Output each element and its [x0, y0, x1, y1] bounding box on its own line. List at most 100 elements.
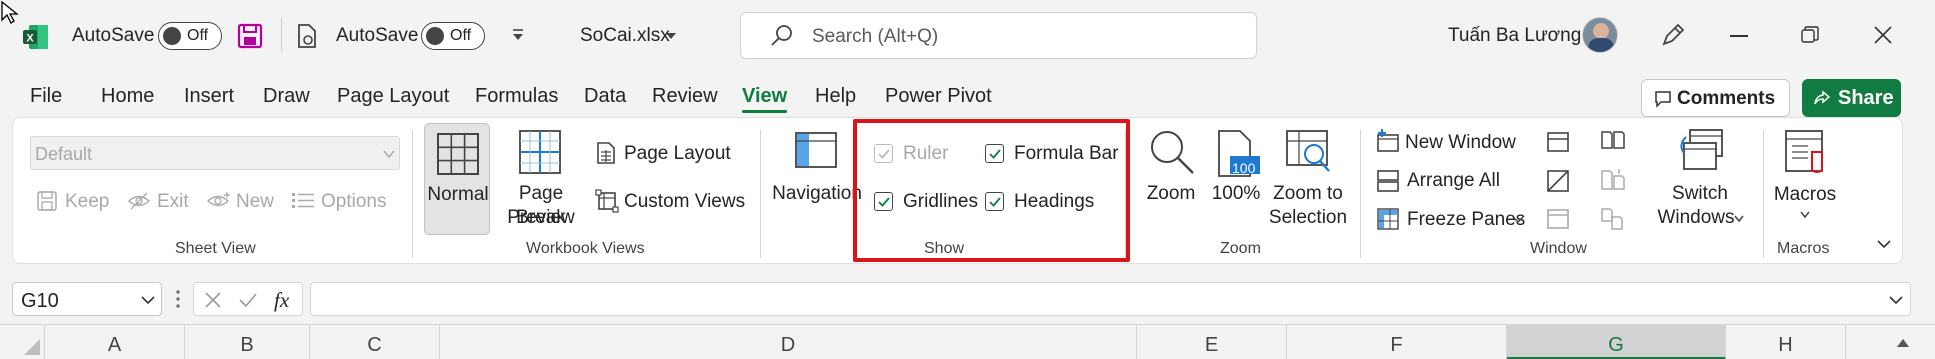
search-box[interactable]: Search (Alt+Q): [740, 12, 1257, 59]
tab-data[interactable]: Data: [584, 85, 626, 108]
freeze-panes-label: Freeze Panes: [1407, 209, 1526, 230]
reset-window-position-button[interactable]: [1600, 207, 1626, 236]
customize-qat-icon[interactable]: [510, 27, 526, 48]
scroll-up-arrow-icon[interactable]: [1895, 337, 1911, 349]
synchronous-scrolling-button[interactable]: [1600, 168, 1626, 197]
tab-power-pivot[interactable]: Power Pivot: [885, 85, 992, 108]
switch-windows-button[interactable]: Switch Windows: [1650, 123, 1750, 235]
group-label-workbook-views: Workbook Views: [526, 240, 645, 257]
group-label-macros: Macros: [1777, 240, 1830, 257]
page-layout-view-label: Page Layout: [624, 143, 731, 164]
autosave-state-2: Off: [450, 27, 472, 44]
column-header-e[interactable]: E: [1137, 325, 1287, 359]
new-window-icon: [1377, 129, 1399, 152]
collapse-ribbon-icon[interactable]: [1876, 239, 1892, 249]
zoom-100-button[interactable]: 100 100%: [1206, 123, 1266, 235]
grip-icon[interactable]: [175, 289, 181, 309]
column-header-c[interactable]: C: [310, 325, 440, 359]
chevron-down-icon[interactable]: [665, 31, 677, 41]
normal-label: Normal: [427, 184, 489, 205]
tab-help[interactable]: Help: [815, 85, 856, 108]
tab-formulas[interactable]: Formulas: [475, 85, 558, 108]
split-icon: [1547, 132, 1569, 152]
synchronous-scrolling-icon: [1601, 169, 1625, 190]
column-header-g[interactable]: G: [1507, 325, 1726, 359]
expand-formula-bar-icon[interactable]: [1889, 295, 1903, 305]
comment-icon: [1655, 91, 1671, 108]
pen-icon[interactable]: [1658, 20, 1688, 55]
toggle-knob: [163, 27, 181, 45]
page-break-preview-button[interactable]: Page Break Preview: [493, 123, 589, 235]
share-icon: [1814, 90, 1831, 105]
comments-button[interactable]: Comments: [1641, 79, 1790, 117]
autosave-toggle-2[interactable]: Off: [421, 22, 485, 50]
file-name[interactable]: SoCai.xlsx: [580, 25, 670, 47]
chevron-down-icon: [1512, 216, 1524, 224]
zoom-label: Zoom: [1146, 183, 1196, 204]
tab-home[interactable]: Home: [101, 85, 154, 108]
hide-button[interactable]: [1546, 169, 1570, 198]
highlight-box: [853, 119, 1130, 262]
column-header-b[interactable]: B: [185, 325, 310, 359]
divider: [281, 18, 282, 52]
split-button[interactable]: [1546, 131, 1570, 158]
avatar[interactable]: [1582, 17, 1618, 53]
insert-function-icon[interactable]: fx: [274, 288, 289, 313]
zoom-button[interactable]: Zoom: [1138, 123, 1204, 235]
minimize-icon[interactable]: [1730, 35, 1748, 37]
navigation-button[interactable]: Navigation: [772, 123, 862, 235]
unhide-button[interactable]: [1546, 208, 1570, 235]
macros-label: Macros: [1773, 184, 1837, 205]
column-header-h[interactable]: H: [1726, 325, 1846, 359]
navigation-icon: [795, 132, 837, 168]
page-break-preview-icon: [519, 130, 561, 174]
arrange-all-icon: [1377, 170, 1399, 192]
autosave-toggle[interactable]: Off: [158, 22, 222, 50]
view-side-by-side-button[interactable]: [1600, 129, 1626, 156]
tab-file[interactable]: File: [30, 85, 62, 108]
new-view-label: New: [236, 191, 275, 212]
close-icon[interactable]: [1874, 26, 1892, 49]
tab-review[interactable]: Review: [652, 85, 718, 108]
zoom-100-badge: 100: [1232, 160, 1256, 176]
share-button[interactable]: Share: [1802, 79, 1901, 117]
group-separator: [1763, 130, 1764, 258]
document-settings-icon[interactable]: [294, 22, 320, 55]
excel-logo-icon: X: [22, 23, 48, 49]
active-tab-indicator: [742, 110, 787, 113]
switch-label-2: Windows: [1657, 207, 1735, 228]
zoom-to-selection-button[interactable]: Zoom to Selection: [1265, 123, 1351, 235]
save-icon[interactable]: [236, 22, 264, 55]
column-header-d[interactable]: D: [440, 325, 1137, 359]
chevron-down-icon: [383, 150, 395, 159]
group-separator: [412, 130, 413, 258]
sheet-view-dropdown[interactable]: Default: [30, 136, 400, 170]
zoom-to-selection-icon: [1286, 130, 1330, 172]
normal-view-button[interactable]: Normal: [424, 123, 490, 235]
share-label: Share: [1838, 87, 1894, 109]
enter-icon[interactable]: [238, 291, 258, 309]
macros-button[interactable]: Macros: [1770, 123, 1840, 235]
tab-page-layout[interactable]: Page Layout: [337, 85, 449, 108]
zoom-100-label: 100%: [1211, 183, 1261, 204]
new-view-icon: [206, 192, 230, 207]
group-separator: [760, 130, 761, 258]
cancel-icon[interactable]: [204, 291, 222, 309]
column-header-f[interactable]: F: [1287, 325, 1507, 359]
switch-windows-icon: [1680, 129, 1723, 170]
options-label: Options: [321, 191, 387, 212]
arrange-all-label: Arrange All: [1407, 170, 1500, 191]
macros-icon: [1785, 130, 1823, 173]
tab-draw[interactable]: Draw: [263, 85, 310, 108]
name-box[interactable]: G10: [12, 282, 162, 316]
unhide-icon: [1547, 209, 1569, 229]
restore-icon[interactable]: [1801, 26, 1819, 49]
tab-view[interactable]: View: [742, 85, 787, 108]
freeze-panes-icon: [1377, 208, 1399, 230]
select-all-corner[interactable]: [0, 325, 45, 359]
column-header-a[interactable]: A: [45, 325, 185, 359]
tab-insert[interactable]: Insert: [184, 85, 234, 108]
formula-input[interactable]: [310, 282, 1911, 316]
user-name[interactable]: Tuấn Ba Lương: [1448, 25, 1581, 47]
title-bar: X AutoSave Off AutoSave Off SoCai.xlsx S…: [0, 0, 1935, 72]
